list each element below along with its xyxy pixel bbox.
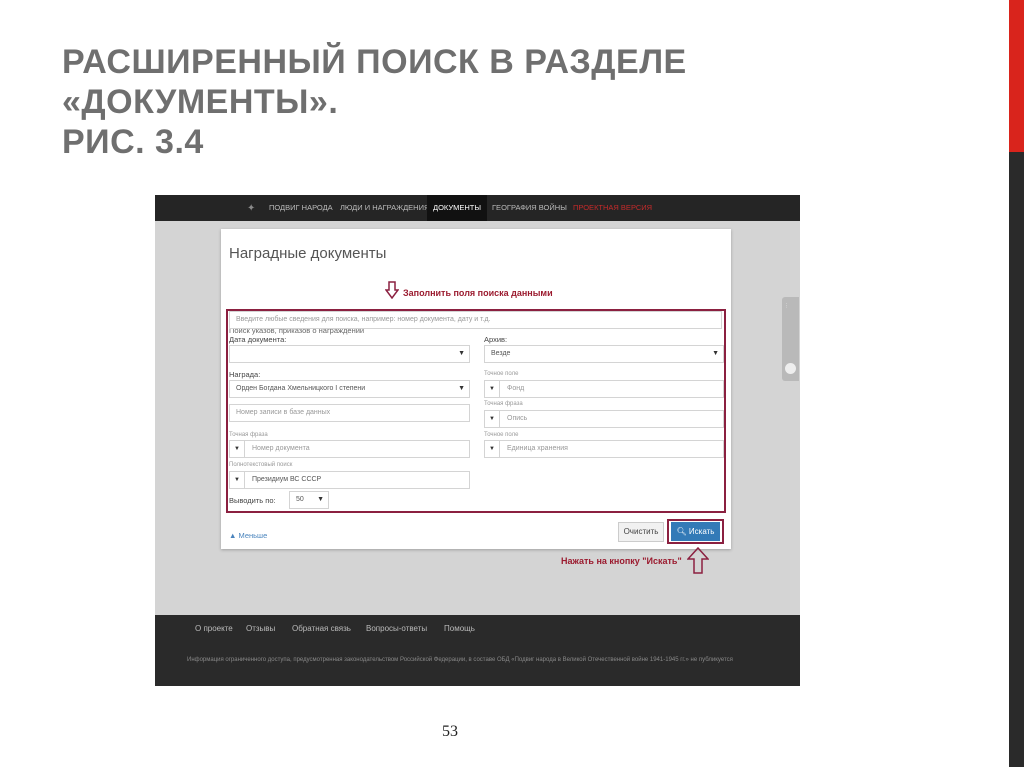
caret-down-icon: ▼: [458, 350, 465, 357]
search-button-frame: 🔍︎ Искать: [667, 519, 724, 544]
top-nav-bar: ✦ ПОДВИГ НАРОДА ЛЮДИ И НАГРАЖДЕНИЯ ДОКУМ…: [155, 195, 800, 221]
less-link[interactable]: ▲ Меньше: [229, 531, 267, 540]
query-input[interactable]: Введите любые сведения для поиска, напри…: [229, 311, 722, 329]
search-icon: 🔍︎: [676, 527, 687, 536]
screenshot-figure: ✦ ПОДВИГ НАРОДА ЛЮДИ И НАГРАЖДЕНИЯ ДОКУМ…: [155, 195, 800, 686]
opis-label: Точная фраза: [484, 401, 523, 407]
storage-input[interactable]: ▼ Единица хранения: [484, 440, 724, 458]
nav-item-geography[interactable]: ГЕОГРАФИЯ ВОЙНЫ: [492, 195, 567, 221]
fulltext-value: Президиум ВС СССР: [252, 476, 322, 483]
accent-bar-dark: [1009, 152, 1024, 767]
accent-bar-red: [1009, 0, 1024, 152]
arrow-down-icon: [385, 281, 399, 299]
footer-note: Информация ограниченного доступа, предус…: [187, 657, 733, 663]
per-page-value: 50: [296, 496, 304, 503]
award-value: Орден Богдана Хмельницкого I степени: [236, 385, 366, 392]
slide-title: РАСШИРЕННЫЙ ПОИСК В РАЗДЕЛЕ «ДОКУМЕНТЫ».…: [62, 42, 687, 162]
nav-item-podvig[interactable]: ПОДВИГ НАРОДА: [269, 195, 333, 221]
nav-item-people[interactable]: ЛЮДИ И НАГРАЖДЕНИЯ: [340, 195, 429, 221]
exact-phrase-label: Точная фраза: [229, 432, 268, 438]
search-button[interactable]: 🔍︎ Искать: [671, 522, 720, 541]
fond-label: Точное поле: [484, 371, 519, 377]
fulltext-label: Полнотекстовый поиск: [229, 462, 293, 468]
slide-title-line: «ДОКУМЕНТЫ».: [62, 83, 339, 121]
annotation-press-button: Нажать на кнопку "Искать": [561, 556, 682, 566]
clear-button[interactable]: Очистить: [618, 522, 664, 542]
award-label: Награда:: [229, 370, 261, 379]
fond-placeholder: Фонд: [507, 385, 525, 392]
feedback-icon: [785, 363, 796, 374]
storage-placeholder: Единица хранения: [507, 445, 568, 452]
caret-down-icon: ▼: [712, 350, 719, 357]
storage-label: Точное поле: [484, 432, 519, 438]
annotation-fill-fields: Заполнить поля поиска данными: [403, 288, 553, 298]
slide-title-line: РАСШИРЕННЫЙ ПОИСК В РАЗДЕЛЕ: [62, 43, 687, 81]
date-label: Дата документа:: [229, 335, 287, 344]
footer-link-feedback[interactable]: Обратная связь: [292, 624, 351, 633]
nav-item-documents[interactable]: ДОКУМЕНТЫ: [427, 195, 488, 221]
archive-value: Везде: [491, 350, 511, 357]
exact-phrase-placeholder: Номер документа: [252, 445, 310, 452]
eagle-logo-icon: ✦: [247, 203, 256, 214]
footer: О проекте Отзывы Обратная связь Вопросы-…: [155, 615, 800, 686]
footer-link-about[interactable]: О проекте: [195, 624, 233, 633]
archive-select[interactable]: Везде ▼: [484, 345, 724, 363]
arrow-up-icon: [687, 547, 709, 574]
archive-label: Архив:: [484, 335, 508, 344]
per-page-label: Выводить по:: [229, 496, 276, 505]
footer-link-help[interactable]: Помощь: [444, 624, 475, 633]
nav-item-project-version[interactable]: ПРОЕКТНАЯ ВЕРСИЯ: [573, 195, 652, 221]
per-page-select[interactable]: 50 ▼: [289, 491, 329, 509]
card-title: Наградные документы: [229, 245, 387, 262]
search-button-label: Искать: [688, 527, 715, 536]
feedback-side-tab[interactable]: ···: [782, 297, 799, 381]
fulltext-input[interactable]: ▼ Президиум ВС СССР: [229, 471, 470, 489]
fond-input[interactable]: ▼ Фонд: [484, 380, 724, 398]
footer-link-reviews[interactable]: Отзывы: [246, 624, 275, 633]
caret-down-icon: ▼: [317, 496, 324, 503]
footer-link-faq[interactable]: Вопросы-ответы: [366, 624, 427, 633]
page-number: 53: [442, 723, 458, 740]
exact-phrase-input[interactable]: ▼ Номер документа: [229, 440, 470, 458]
record-number-input[interactable]: Номер записи в базе данных: [229, 404, 470, 422]
date-select[interactable]: ▼: [229, 345, 470, 363]
caret-down-icon[interactable]: ▼: [485, 411, 500, 427]
caret-down-icon[interactable]: ▼: [230, 441, 245, 457]
search-card: Наградные документы Поиск указов, приказ…: [221, 229, 731, 549]
award-select[interactable]: Орден Богдана Хмельницкого I степени ▼: [229, 380, 470, 398]
opis-input[interactable]: ▼ Опись: [484, 410, 724, 428]
caret-down-icon[interactable]: ▼: [485, 381, 500, 397]
slide-title-line: РИС. 3.4: [62, 123, 204, 161]
caret-down-icon[interactable]: ▼: [485, 441, 500, 457]
opis-placeholder: Опись: [507, 415, 528, 422]
caret-down-icon[interactable]: ▼: [230, 472, 245, 488]
caret-down-icon: ▼: [458, 385, 465, 392]
side-tab-text: ···: [784, 303, 790, 308]
